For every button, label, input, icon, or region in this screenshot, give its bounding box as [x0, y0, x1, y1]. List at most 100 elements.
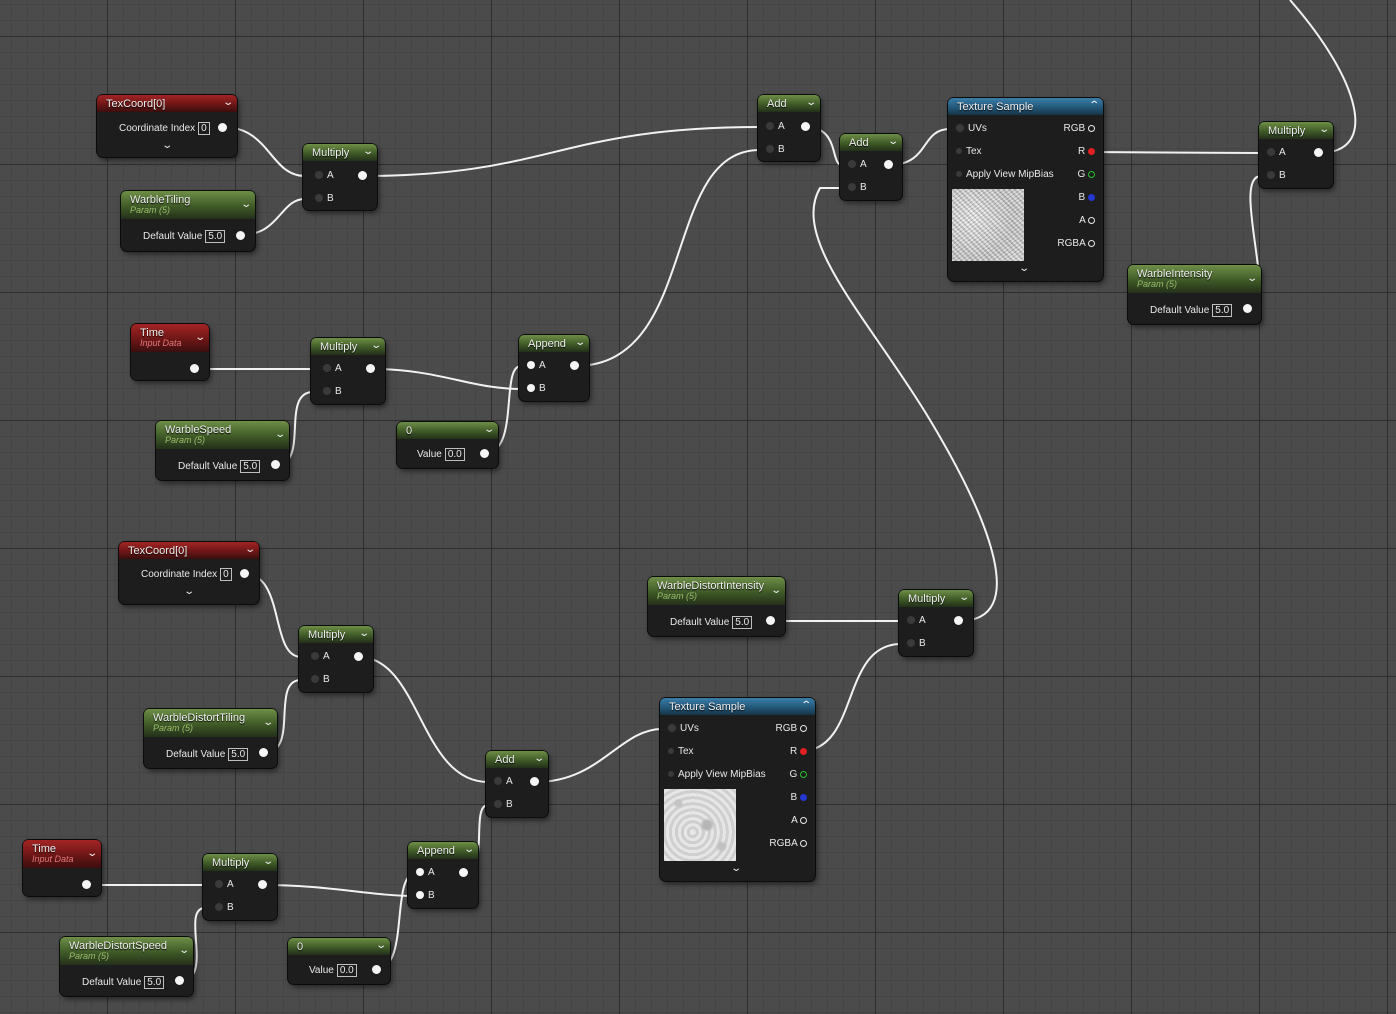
input-pin[interactable]: [315, 171, 323, 180]
output-pin[interactable]: [354, 652, 363, 661]
node-warble-distort-tiling[interactable]: WarbleDistortTiling Param (5) ⌄ Default …: [144, 709, 277, 768]
node-time-2[interactable]: Time Input Data ⌄: [23, 840, 101, 896]
output-rgb[interactable]: RGB: [1064, 123, 1095, 135]
output-pin[interactable]: [884, 160, 893, 169]
expand-icon[interactable]: ⌄: [183, 586, 195, 597]
chevron-down-icon[interactable]: ⌄: [262, 717, 274, 728]
output-pin[interactable]: [1314, 148, 1323, 157]
node-texcoord-1[interactable]: TexCoord[0] ⌄ Coordinate Index 0 ⌄: [97, 95, 237, 157]
input-mipbias[interactable]: Apply View MipBias: [668, 769, 766, 781]
node-texture-sample-1[interactable]: Texture Sample ⌃ UVs Tex Apply View MipB…: [948, 98, 1103, 281]
output-pin[interactable]: [801, 122, 810, 131]
output-pin[interactable]: [480, 449, 489, 458]
chevron-down-icon[interactable]: ⌄: [362, 146, 374, 157]
input-b[interactable]: B: [907, 638, 926, 650]
input-pin[interactable]: [416, 868, 424, 877]
value-input[interactable]: 0.0: [444, 448, 465, 461]
input-tex[interactable]: Tex: [956, 146, 982, 158]
input-b[interactable]: B: [1267, 170, 1286, 182]
input-pin[interactable]: [1267, 171, 1275, 180]
input-b[interactable]: B: [311, 674, 330, 686]
chevron-down-icon[interactable]: ⌄: [463, 844, 475, 855]
input-pin[interactable]: [668, 748, 674, 755]
input-b[interactable]: B: [494, 799, 513, 811]
output-pin[interactable]: [358, 171, 367, 180]
output-g[interactable]: G: [1077, 169, 1095, 181]
output-pin[interactable]: [1088, 147, 1095, 155]
input-mipbias[interactable]: Apply View MipBias: [956, 169, 1054, 181]
node-append-1[interactable]: Append ⌄ A B: [519, 335, 589, 401]
chevron-down-icon[interactable]: ⌄: [1246, 273, 1258, 284]
input-a[interactable]: A: [323, 363, 342, 375]
output-pin[interactable]: [1243, 304, 1252, 313]
chevron-down-icon[interactable]: ⌄: [358, 628, 370, 639]
output-a[interactable]: A: [1079, 215, 1095, 227]
value-input[interactable]: 0.0: [336, 964, 357, 977]
output-pin[interactable]: [800, 724, 807, 732]
input-a[interactable]: A: [907, 615, 926, 627]
node-warble-speed[interactable]: WarbleSpeed Param (5) ⌄ Default Value 5.0: [156, 421, 289, 480]
output-pin[interactable]: [1088, 193, 1095, 201]
input-a[interactable]: A: [416, 867, 435, 879]
input-pin[interactable]: [494, 800, 502, 809]
input-pin[interactable]: [956, 148, 962, 155]
output-pin[interactable]: [190, 364, 199, 373]
node-multiply-4[interactable]: Multiply ⌄ A B: [299, 626, 373, 692]
input-a[interactable]: A: [766, 121, 785, 133]
output-pin[interactable]: [1088, 239, 1095, 247]
output-pin[interactable]: [800, 839, 807, 847]
input-pin[interactable]: [766, 145, 774, 154]
output-pin[interactable]: [240, 569, 249, 578]
chevron-down-icon[interactable]: ⌄: [887, 136, 899, 147]
chevron-down-icon[interactable]: ⌄: [370, 340, 382, 351]
output-pin[interactable]: [259, 748, 268, 757]
node-append-2[interactable]: Append ⌄ A B: [408, 842, 478, 908]
node-constant-1[interactable]: 0 ⌄ Value 0.0: [397, 422, 498, 468]
output-rgba[interactable]: RGBA: [769, 838, 807, 850]
chevron-down-icon[interactable]: ⌄: [483, 424, 495, 435]
input-b[interactable]: B: [848, 182, 867, 194]
input-a[interactable]: A: [311, 651, 330, 663]
input-pin[interactable]: [766, 122, 774, 131]
output-pin[interactable]: [530, 777, 539, 786]
input-b[interactable]: B: [315, 193, 334, 205]
output-b[interactable]: B: [791, 792, 807, 804]
output-pin[interactable]: [218, 123, 227, 132]
input-pin[interactable]: [848, 160, 856, 169]
input-pin[interactable]: [323, 387, 331, 396]
default-value-input[interactable]: 5.0: [228, 748, 249, 761]
output-pin[interactable]: [766, 616, 775, 625]
output-pin[interactable]: [175, 976, 184, 985]
input-pin[interactable]: [311, 652, 319, 661]
default-value-input[interactable]: 5.0: [205, 230, 226, 243]
chevron-down-icon[interactable]: ⌄: [1318, 124, 1330, 135]
output-pin[interactable]: [800, 747, 807, 755]
output-pin[interactable]: [236, 231, 245, 240]
chevron-down-icon[interactable]: ⌄: [958, 592, 970, 603]
chevron-down-icon[interactable]: ⌄: [375, 940, 387, 951]
input-b[interactable]: B: [766, 144, 785, 156]
expand-icon[interactable]: ⌄: [1018, 263, 1030, 274]
default-value-input[interactable]: 5.0: [240, 460, 261, 473]
output-rgba[interactable]: RGBA: [1057, 238, 1095, 250]
output-pin[interactable]: [82, 880, 91, 889]
output-pin[interactable]: [800, 816, 807, 824]
output-r[interactable]: R: [1078, 146, 1095, 158]
output-pin[interactable]: [954, 616, 963, 625]
input-uvs[interactable]: UVs: [956, 123, 987, 135]
input-b[interactable]: B: [416, 890, 435, 902]
output-r[interactable]: R: [790, 746, 807, 758]
input-pin[interactable]: [1267, 148, 1275, 157]
input-a[interactable]: A: [1267, 147, 1286, 159]
input-a[interactable]: A: [215, 879, 234, 891]
input-pin[interactable]: [907, 639, 915, 648]
output-b[interactable]: B: [1079, 192, 1095, 204]
input-a[interactable]: A: [527, 360, 546, 372]
chevron-down-icon[interactable]: ⌄: [533, 753, 545, 764]
chevron-down-icon[interactable]: ⌄: [222, 97, 234, 108]
input-pin[interactable]: [668, 771, 674, 778]
chevron-down-icon[interactable]: ⌄: [178, 945, 190, 956]
node-texcoord-2[interactable]: TexCoord[0] ⌄ Coordinate Index 0 ⌄: [119, 542, 259, 604]
input-pin[interactable]: [668, 724, 676, 733]
input-pin[interactable]: [494, 777, 502, 786]
